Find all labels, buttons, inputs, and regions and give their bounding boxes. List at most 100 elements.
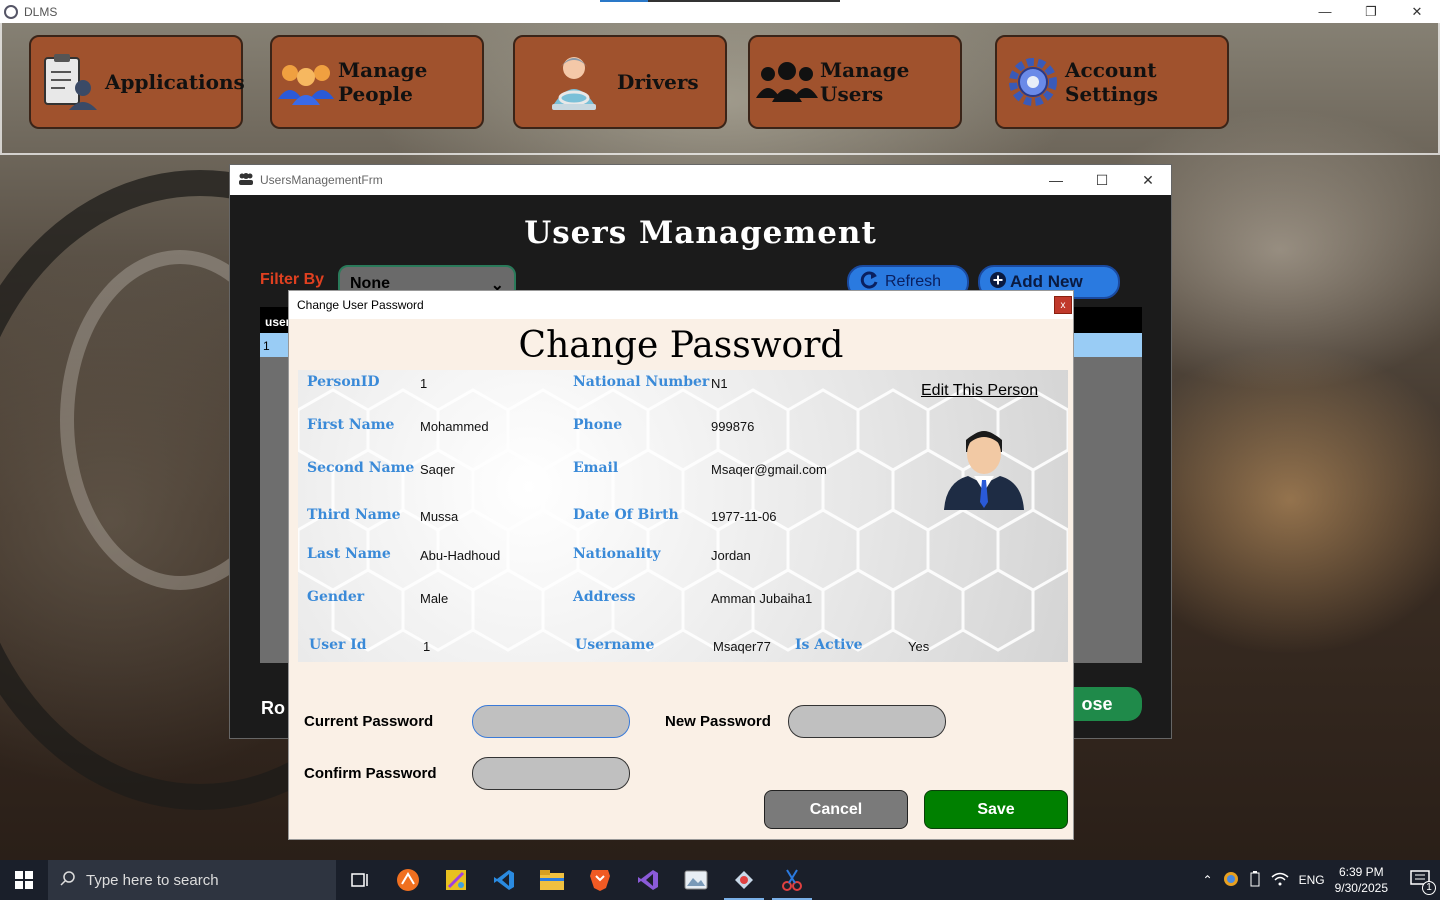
last-name-label: Last Name <box>307 546 391 562</box>
second-name-value: Saqer <box>420 462 455 477</box>
email-label: Email <box>573 460 619 476</box>
manage-users-label: Manage Users <box>820 58 910 106</box>
new-password-input[interactable] <box>788 705 946 738</box>
dlms-app-icon[interactable] <box>720 860 768 900</box>
filter-by-value: None <box>350 275 390 292</box>
third-name-label: Third Name <box>307 507 401 523</box>
first-name-label: First Name <box>307 417 395 433</box>
titlebar-accent-blue <box>600 0 648 2</box>
current-password-input[interactable] <box>472 705 630 738</box>
drivers-label: Drivers <box>617 70 699 94</box>
minimize-icon[interactable]: — <box>1302 0 1348 23</box>
app-icon <box>4 4 18 19</box>
cancel-button[interactable]: Cancel <box>764 790 908 829</box>
nationality-label: Nationality <box>573 546 661 562</box>
filter-by-label: Filter By <box>260 271 325 288</box>
app-titlebar: DLMS — ❐ ✕ <box>0 0 1440 23</box>
users-window-icon <box>238 172 254 188</box>
person-id-value: 1 <box>420 376 428 391</box>
national-number-value: N1 <box>711 376 728 391</box>
account-settings-label: Account Settings <box>1065 58 1159 106</box>
search-placeholder: Type here to search <box>86 871 219 889</box>
is-active-label: Is Active <box>795 637 863 653</box>
hexagon-pattern <box>298 388 1068 652</box>
app-window-controls: — ❐ ✕ <box>1302 0 1440 23</box>
last-name-value: Abu-Hadhoud <box>420 548 501 563</box>
minimize-icon[interactable]: — <box>1033 165 1079 195</box>
file-explorer-icon[interactable] <box>528 860 576 900</box>
manage-users-button[interactable]: Manage Users <box>748 35 962 129</box>
user-info-card: PersonID 1 National Number N1 First Name… <box>298 370 1068 662</box>
notification-count: 1 <box>1422 880 1436 895</box>
records-count-label: Ro <box>261 698 285 718</box>
task-view-icon[interactable] <box>336 860 384 900</box>
chevron-up-icon[interactable]: ⌃ <box>1203 873 1213 887</box>
gear-icon <box>1005 51 1061 113</box>
system-tray: ⌃ ENG 6:39 PM 9/30/2025 1 <box>1203 860 1440 900</box>
app-orange-icon[interactable] <box>384 860 432 900</box>
taskbar: Type here to search ⌃ ENG 6:39 PM 9/30/2… <box>0 860 1440 900</box>
color-picker-app-icon[interactable] <box>432 860 480 900</box>
chevron-down-icon: ⌄ <box>490 277 504 294</box>
snipping-tool-icon[interactable] <box>768 860 816 900</box>
windows-start-icon[interactable] <box>0 860 48 900</box>
applications-button[interactable]: Applications <box>29 35 245 129</box>
clock-date: 9/30/2025 <box>1334 881 1388 895</box>
save-button[interactable]: Save <box>924 790 1068 829</box>
edit-person-link[interactable]: Edit This Person <box>921 382 1038 400</box>
notification-icon[interactable]: 1 <box>1410 869 1436 895</box>
new-password-label: New Password <box>665 713 771 730</box>
date-of-birth-value: 1977-11-06 <box>711 509 777 524</box>
person-id-label: PersonID <box>307 374 380 390</box>
phone-label: Phone <box>573 417 623 433</box>
brave-browser-icon[interactable] <box>576 860 624 900</box>
second-name-label: Second Name <box>307 460 415 476</box>
taskbar-clock[interactable]: 6:39 PM 9/30/2025 <box>1335 864 1388 896</box>
wifi-icon[interactable] <box>1271 872 1289 889</box>
username-label: Username <box>575 637 655 653</box>
driver-icon <box>543 51 605 113</box>
third-name-value: Mussa <box>420 509 459 524</box>
language-indicator[interactable]: ENG <box>1299 873 1325 887</box>
address-label: Address <box>573 589 636 605</box>
change-password-dialog: Change User Password x Change Password P… <box>288 290 1074 840</box>
battery-icon[interactable] <box>1249 870 1261 890</box>
confirm-password-input[interactable] <box>472 757 630 790</box>
account-settings-button[interactable]: Account Settings <box>995 35 1229 129</box>
manage-people-button[interactable]: Manage People <box>270 35 484 129</box>
user-id-label: User Id <box>309 637 367 653</box>
address-value: Amman Jubaiha1 <box>711 591 813 606</box>
people-group-icon <box>276 51 336 113</box>
maximize-icon[interactable]: ☐ <box>1079 165 1125 195</box>
weather-icon[interactable] <box>1223 871 1239 890</box>
taskbar-search-box[interactable]: Type here to search <box>48 860 336 900</box>
email-value: Msaqer@gmail.com <box>711 462 827 477</box>
phone-value: 999876 <box>711 419 755 434</box>
refresh-label: Refresh <box>885 273 942 290</box>
date-of-birth-label: Date Of Birth <box>573 507 679 523</box>
gender-label: Gender <box>307 589 365 605</box>
applications-label: Applications <box>105 70 245 94</box>
manage-people-label: Manage People <box>338 58 428 106</box>
photos-app-icon[interactable] <box>672 860 720 900</box>
dialog-title: Change User Password <box>297 298 424 312</box>
drivers-button[interactable]: Drivers <box>513 35 727 129</box>
clock-time: 6:39 PM <box>1338 865 1384 879</box>
is-active-value: Yes <box>908 639 930 654</box>
search-icon <box>60 870 76 890</box>
dialog-close-icon[interactable]: x <box>1054 296 1072 314</box>
user-id-value: 1 <box>423 639 431 654</box>
main-toolbar: Applications Manage People Drivers Manag… <box>0 23 1440 155</box>
vscode-icon[interactable] <box>480 860 528 900</box>
change-password-heading: Change Password <box>518 325 844 366</box>
nationality-value: Jordan <box>711 548 751 563</box>
close-icon[interactable]: ✕ <box>1394 0 1440 23</box>
users-window-title: UsersManagementFrm <box>260 173 383 187</box>
users-group-icon <box>756 51 818 113</box>
national-number-label: National Number <box>573 374 710 390</box>
restore-icon[interactable]: ❐ <box>1348 0 1394 23</box>
add-new-label: Add New <box>1010 272 1083 291</box>
visual-studio-icon[interactable] <box>624 860 672 900</box>
close-icon[interactable]: ✕ <box>1125 165 1171 195</box>
app-title: DLMS <box>24 4 58 19</box>
